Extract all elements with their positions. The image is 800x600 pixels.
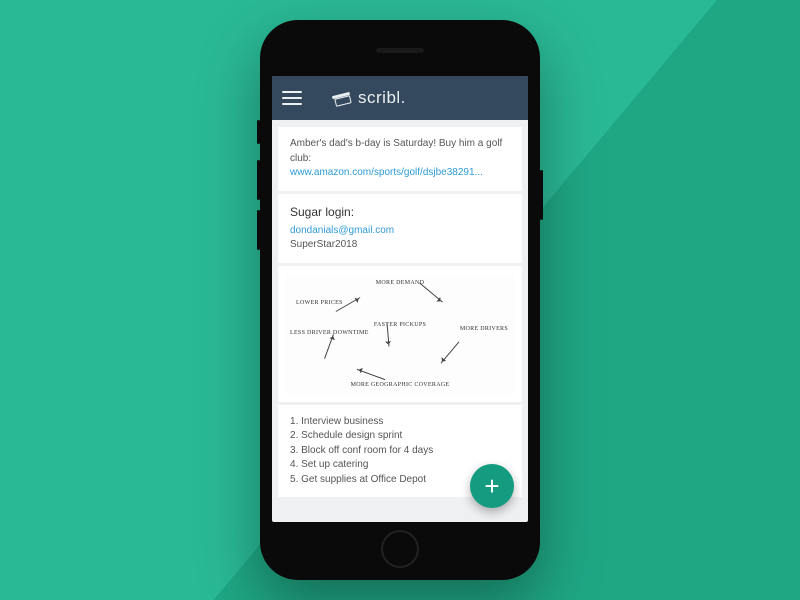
- note-card[interactable]: Amber's dad's b-day is Saturday! Buy him…: [278, 127, 522, 191]
- flywheel-sketch: MORE DEMAND MORE DRIVERS MORE GEOGRAPHIC…: [286, 274, 514, 394]
- phone-frame: scribl. Amber's dad's b-day is Saturday!…: [260, 20, 540, 580]
- list-item: Schedule design sprint: [290, 429, 510, 444]
- volume-down-button: [257, 210, 260, 250]
- plus-icon: +: [484, 471, 499, 502]
- mute-switch: [257, 120, 260, 144]
- app-title: scribl.: [358, 88, 406, 108]
- note-card[interactable]: Sugar login: dondanials@gmail.com SuperS…: [278, 194, 522, 263]
- sketch-node: MORE DRIVERS: [460, 326, 508, 332]
- notes-list[interactable]: Amber's dad's b-day is Saturday! Buy him…: [272, 120, 528, 522]
- sketch-node: MORE GEOGRAPHIC COVERAGE: [351, 382, 450, 388]
- login-password: SuperStar2018: [290, 238, 510, 253]
- phone-speaker: [376, 48, 424, 53]
- note-card-diagram[interactable]: MORE DEMAND MORE DRIVERS MORE GEOGRAPHIC…: [278, 266, 522, 402]
- sketch-arrow: [441, 341, 460, 363]
- sketch-arrow: [357, 369, 386, 380]
- add-note-button[interactable]: +: [470, 464, 514, 508]
- power-button: [540, 170, 543, 220]
- menu-icon[interactable]: [282, 91, 302, 105]
- app-bar: scribl.: [272, 76, 528, 120]
- sketch-arrow: [324, 334, 334, 359]
- app-screen: scribl. Amber's dad's b-day is Saturday!…: [272, 76, 528, 522]
- sketch-arrow: [419, 282, 443, 302]
- note-link[interactable]: www.amazon.com/sports/golf/dsjbe38291...: [290, 167, 483, 178]
- sketch-node: LOWER PRICES: [296, 300, 343, 306]
- sketch-node: LESS DRIVER DOWNTIME: [290, 330, 334, 336]
- home-button[interactable]: [381, 530, 419, 568]
- volume-up-button: [257, 160, 260, 200]
- sketch-node: MORE DEMAND: [376, 280, 424, 286]
- list-item: Interview business: [290, 415, 510, 430]
- sketch-node: FASTER PICKUPS: [374, 322, 426, 328]
- promo-background: scribl. Amber's dad's b-day is Saturday!…: [0, 0, 800, 600]
- list-item: Block off conf room for 4 days: [290, 444, 510, 459]
- note-title: Sugar login:: [290, 204, 510, 221]
- note-text: Amber's dad's b-day is Saturday! Buy him…: [290, 138, 502, 164]
- scribl-logo-icon: [332, 91, 352, 105]
- login-email[interactable]: dondanials@gmail.com: [290, 224, 510, 239]
- app-brand: scribl.: [332, 88, 406, 108]
